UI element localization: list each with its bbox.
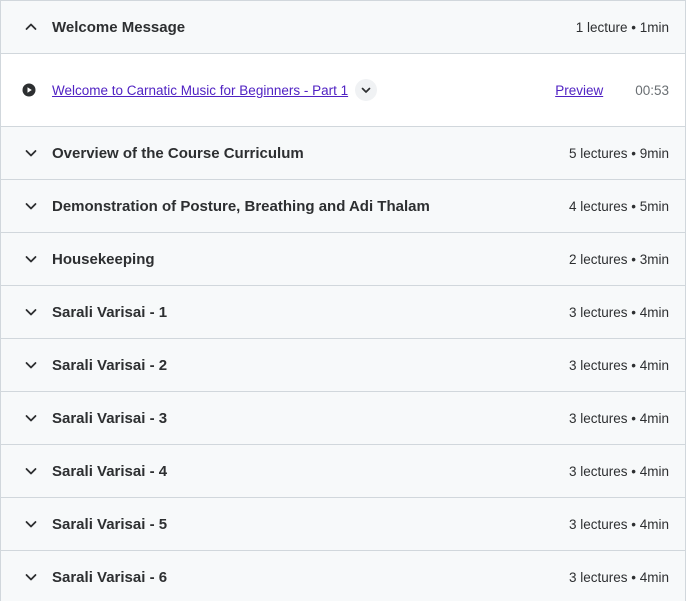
chevron-down-icon — [21, 302, 41, 322]
lecture-title-link[interactable]: Welcome to Carnatic Music for Beginners … — [52, 83, 348, 98]
section-title: Sarali Varisai - 5 — [52, 515, 168, 533]
section-meta: 3 lectures • 4min — [568, 357, 669, 373]
section-header-sarali-varisai-1[interactable]: Sarali Varisai - 1 3 lectures • 4min — [1, 285, 685, 338]
section-title: Overview of the Course Curriculum — [52, 144, 304, 162]
section-meta: 3 lectures • 4min — [568, 410, 669, 426]
chevron-up-icon — [21, 17, 41, 37]
section-header-sarali-varisai-2[interactable]: Sarali Varisai - 2 3 lectures • 4min — [1, 338, 685, 391]
chevron-down-icon — [21, 408, 41, 428]
section-title: Sarali Varisai - 1 — [52, 303, 168, 321]
chevron-down-icon — [21, 514, 41, 534]
preview-link[interactable]: Preview — [555, 83, 603, 98]
section-title: Sarali Varisai - 6 — [52, 568, 168, 586]
chevron-down-icon — [21, 461, 41, 481]
lecture-row: Welcome to Carnatic Music for Beginners … — [21, 54, 669, 126]
section-header-sarali-varisai-3[interactable]: Sarali Varisai - 3 3 lectures • 4min — [1, 391, 685, 444]
section-header-posture-demo[interactable]: Demonstration of Posture, Breathing and … — [1, 179, 685, 232]
lecture-duration: 00:53 — [635, 82, 669, 98]
section-title: Welcome Message — [52, 18, 186, 36]
section-header-sarali-varisai-5[interactable]: Sarali Varisai - 5 3 lectures • 4min — [1, 497, 685, 550]
section-title: Sarali Varisai - 2 — [52, 356, 168, 374]
section-title: Sarali Varisai - 3 — [52, 409, 168, 427]
section-title: Housekeeping — [52, 250, 155, 268]
section-meta: 1 lecture • 1min — [575, 19, 669, 35]
chevron-down-icon — [21, 567, 41, 587]
section-body-welcome-message: Welcome to Carnatic Music for Beginners … — [1, 53, 685, 126]
section-meta: 4 lectures • 5min — [568, 198, 669, 214]
lecture-expand-button[interactable] — [355, 79, 378, 101]
chevron-down-icon — [361, 87, 371, 93]
section-header-sarali-varisai-4[interactable]: Sarali Varisai - 4 3 lectures • 4min — [1, 444, 685, 497]
section-header-sarali-varisai-6[interactable]: Sarali Varisai - 6 3 lectures • 4min — [1, 550, 685, 601]
section-meta: 3 lectures • 4min — [568, 304, 669, 320]
chevron-down-icon — [21, 143, 41, 163]
section-meta: 3 lectures • 4min — [568, 569, 669, 585]
section-meta: 2 lectures • 3min — [568, 251, 669, 267]
section-header-housekeeping[interactable]: Housekeeping 2 lectures • 3min — [1, 232, 685, 285]
chevron-down-icon — [21, 249, 41, 269]
section-meta: 3 lectures • 4min — [568, 463, 669, 479]
chevron-down-icon — [21, 355, 41, 375]
section-title: Sarali Varisai - 4 — [52, 462, 168, 480]
play-circle-icon — [21, 82, 37, 98]
chevron-down-icon — [21, 196, 41, 216]
section-title: Demonstration of Posture, Breathing and … — [52, 197, 430, 215]
section-header-course-curriculum[interactable]: Overview of the Course Curriculum 5 lect… — [1, 126, 685, 179]
section-header-welcome-message[interactable]: Welcome Message 1 lecture • 1min — [1, 0, 685, 53]
section-meta: 5 lectures • 9min — [568, 145, 669, 161]
section-meta: 3 lectures • 4min — [568, 516, 669, 532]
course-curriculum: Welcome Message 1 lecture • 1min Welcome… — [0, 0, 686, 601]
